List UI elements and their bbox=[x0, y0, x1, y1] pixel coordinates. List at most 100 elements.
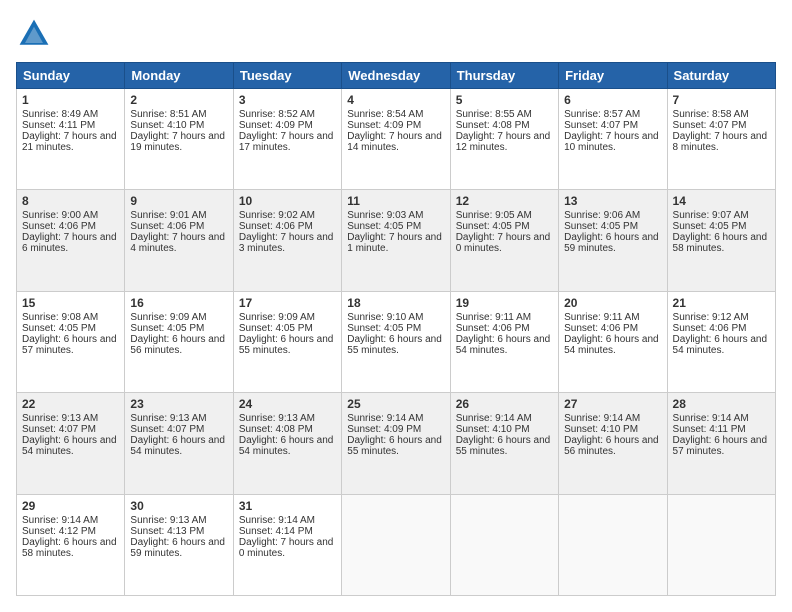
sunset: Sunset: 4:07 PM bbox=[22, 424, 96, 435]
sunset: Sunset: 4:06 PM bbox=[456, 323, 530, 334]
calendar-cell: 1 Sunrise: 8:49 AM Sunset: 4:11 PM Dayli… bbox=[17, 89, 125, 190]
sunrise: Sunrise: 8:58 AM bbox=[673, 109, 749, 120]
calendar-cell: 13 Sunrise: 9:06 AM Sunset: 4:05 PM Dayl… bbox=[559, 190, 667, 291]
sunrise: Sunrise: 9:03 AM bbox=[347, 210, 423, 221]
day-number: 23 bbox=[130, 397, 227, 411]
day-number: 8 bbox=[22, 194, 119, 208]
daylight-label: Daylight: 6 hours and 54 minutes. bbox=[22, 435, 117, 457]
sunrise: Sunrise: 9:14 AM bbox=[456, 413, 532, 424]
daylight-label: Daylight: 6 hours and 59 minutes. bbox=[564, 232, 659, 254]
sunrise: Sunrise: 9:14 AM bbox=[347, 413, 423, 424]
day-number: 15 bbox=[22, 296, 119, 310]
day-header-thursday: Thursday bbox=[450, 63, 558, 89]
daylight-label: Daylight: 6 hours and 55 minutes. bbox=[239, 334, 334, 356]
sunrise: Sunrise: 9:13 AM bbox=[239, 413, 315, 424]
day-header-sunday: Sunday bbox=[17, 63, 125, 89]
daylight-label: Daylight: 6 hours and 54 minutes. bbox=[564, 334, 659, 356]
sunset: Sunset: 4:06 PM bbox=[673, 323, 747, 334]
daylight-label: Daylight: 7 hours and 21 minutes. bbox=[22, 131, 117, 153]
calendar-cell: 26 Sunrise: 9:14 AM Sunset: 4:10 PM Dayl… bbox=[450, 393, 558, 494]
sunrise: Sunrise: 8:51 AM bbox=[130, 109, 206, 120]
calendar-cell: 28 Sunrise: 9:14 AM Sunset: 4:11 PM Dayl… bbox=[667, 393, 775, 494]
sunset: Sunset: 4:05 PM bbox=[564, 221, 638, 232]
calendar-cell: 23 Sunrise: 9:13 AM Sunset: 4:07 PM Dayl… bbox=[125, 393, 233, 494]
day-number: 1 bbox=[22, 93, 119, 107]
calendar-week-row: 1 Sunrise: 8:49 AM Sunset: 4:11 PM Dayli… bbox=[17, 89, 776, 190]
sunrise: Sunrise: 9:14 AM bbox=[239, 515, 315, 526]
sunrise: Sunrise: 9:01 AM bbox=[130, 210, 206, 221]
sunset: Sunset: 4:05 PM bbox=[22, 323, 96, 334]
sunrise: Sunrise: 9:14 AM bbox=[564, 413, 640, 424]
day-header-saturday: Saturday bbox=[667, 63, 775, 89]
sunset: Sunset: 4:05 PM bbox=[130, 323, 204, 334]
sunset: Sunset: 4:05 PM bbox=[347, 323, 421, 334]
sunrise: Sunrise: 9:10 AM bbox=[347, 312, 423, 323]
sunrise: Sunrise: 9:14 AM bbox=[673, 413, 749, 424]
calendar-cell: 31 Sunrise: 9:14 AM Sunset: 4:14 PM Dayl… bbox=[233, 494, 341, 595]
daylight-label: Daylight: 6 hours and 59 minutes. bbox=[130, 537, 225, 559]
day-number: 30 bbox=[130, 499, 227, 513]
daylight-label: Daylight: 7 hours and 6 minutes. bbox=[22, 232, 117, 254]
sunset: Sunset: 4:14 PM bbox=[239, 526, 313, 537]
sunrise: Sunrise: 9:08 AM bbox=[22, 312, 98, 323]
sunrise: Sunrise: 9:14 AM bbox=[22, 515, 98, 526]
day-number: 13 bbox=[564, 194, 661, 208]
day-header-monday: Monday bbox=[125, 63, 233, 89]
day-number: 26 bbox=[456, 397, 553, 411]
calendar-cell: 17 Sunrise: 9:09 AM Sunset: 4:05 PM Dayl… bbox=[233, 291, 341, 392]
daylight-label: Daylight: 6 hours and 54 minutes. bbox=[456, 334, 551, 356]
day-number: 3 bbox=[239, 93, 336, 107]
sunset: Sunset: 4:10 PM bbox=[564, 424, 638, 435]
daylight-label: Daylight: 7 hours and 10 minutes. bbox=[564, 131, 659, 153]
day-number: 9 bbox=[130, 194, 227, 208]
daylight-label: Daylight: 6 hours and 54 minutes. bbox=[239, 435, 334, 457]
calendar-body: 1 Sunrise: 8:49 AM Sunset: 4:11 PM Dayli… bbox=[17, 89, 776, 596]
calendar-cell: 6 Sunrise: 8:57 AM Sunset: 4:07 PM Dayli… bbox=[559, 89, 667, 190]
sunset: Sunset: 4:08 PM bbox=[239, 424, 313, 435]
calendar-week-row: 15 Sunrise: 9:08 AM Sunset: 4:05 PM Dayl… bbox=[17, 291, 776, 392]
sunrise: Sunrise: 9:06 AM bbox=[564, 210, 640, 221]
sunset: Sunset: 4:13 PM bbox=[130, 526, 204, 537]
day-number: 22 bbox=[22, 397, 119, 411]
sunrise: Sunrise: 8:49 AM bbox=[22, 109, 98, 120]
calendar-cell: 8 Sunrise: 9:00 AM Sunset: 4:06 PM Dayli… bbox=[17, 190, 125, 291]
sunrise: Sunrise: 9:09 AM bbox=[239, 312, 315, 323]
day-header-wednesday: Wednesday bbox=[342, 63, 450, 89]
day-number: 16 bbox=[130, 296, 227, 310]
sunrise: Sunrise: 8:57 AM bbox=[564, 109, 640, 120]
day-number: 21 bbox=[673, 296, 770, 310]
logo bbox=[16, 16, 56, 52]
day-number: 14 bbox=[673, 194, 770, 208]
sunset: Sunset: 4:11 PM bbox=[22, 120, 95, 131]
daylight-label: Daylight: 6 hours and 56 minutes. bbox=[130, 334, 225, 356]
sunrise: Sunrise: 9:05 AM bbox=[456, 210, 532, 221]
daylight-label: Daylight: 7 hours and 12 minutes. bbox=[456, 131, 551, 153]
day-number: 7 bbox=[673, 93, 770, 107]
sunset: Sunset: 4:05 PM bbox=[673, 221, 747, 232]
sunset: Sunset: 4:06 PM bbox=[130, 221, 204, 232]
sunrise: Sunrise: 9:13 AM bbox=[130, 413, 206, 424]
calendar-cell: 22 Sunrise: 9:13 AM Sunset: 4:07 PM Dayl… bbox=[17, 393, 125, 494]
sunset: Sunset: 4:07 PM bbox=[564, 120, 638, 131]
sunrise: Sunrise: 9:13 AM bbox=[130, 515, 206, 526]
calendar-table: SundayMondayTuesdayWednesdayThursdayFrid… bbox=[16, 62, 776, 596]
sunset: Sunset: 4:10 PM bbox=[130, 120, 204, 131]
daylight-label: Daylight: 7 hours and 3 minutes. bbox=[239, 232, 334, 254]
day-number: 4 bbox=[347, 93, 444, 107]
daylight-label: Daylight: 6 hours and 57 minutes. bbox=[673, 435, 768, 457]
calendar-cell: 12 Sunrise: 9:05 AM Sunset: 4:05 PM Dayl… bbox=[450, 190, 558, 291]
sunset: Sunset: 4:08 PM bbox=[456, 120, 530, 131]
day-number: 31 bbox=[239, 499, 336, 513]
day-number: 11 bbox=[347, 194, 444, 208]
day-number: 18 bbox=[347, 296, 444, 310]
daylight-label: Daylight: 7 hours and 17 minutes. bbox=[239, 131, 334, 153]
day-number: 24 bbox=[239, 397, 336, 411]
sunset: Sunset: 4:09 PM bbox=[347, 120, 421, 131]
day-number: 6 bbox=[564, 93, 661, 107]
calendar-cell: 4 Sunrise: 8:54 AM Sunset: 4:09 PM Dayli… bbox=[342, 89, 450, 190]
calendar-cell: 21 Sunrise: 9:12 AM Sunset: 4:06 PM Dayl… bbox=[667, 291, 775, 392]
calendar-cell: 19 Sunrise: 9:11 AM Sunset: 4:06 PM Dayl… bbox=[450, 291, 558, 392]
daylight-label: Daylight: 6 hours and 55 minutes. bbox=[347, 435, 442, 457]
sunset: Sunset: 4:05 PM bbox=[239, 323, 313, 334]
sunrise: Sunrise: 8:54 AM bbox=[347, 109, 423, 120]
